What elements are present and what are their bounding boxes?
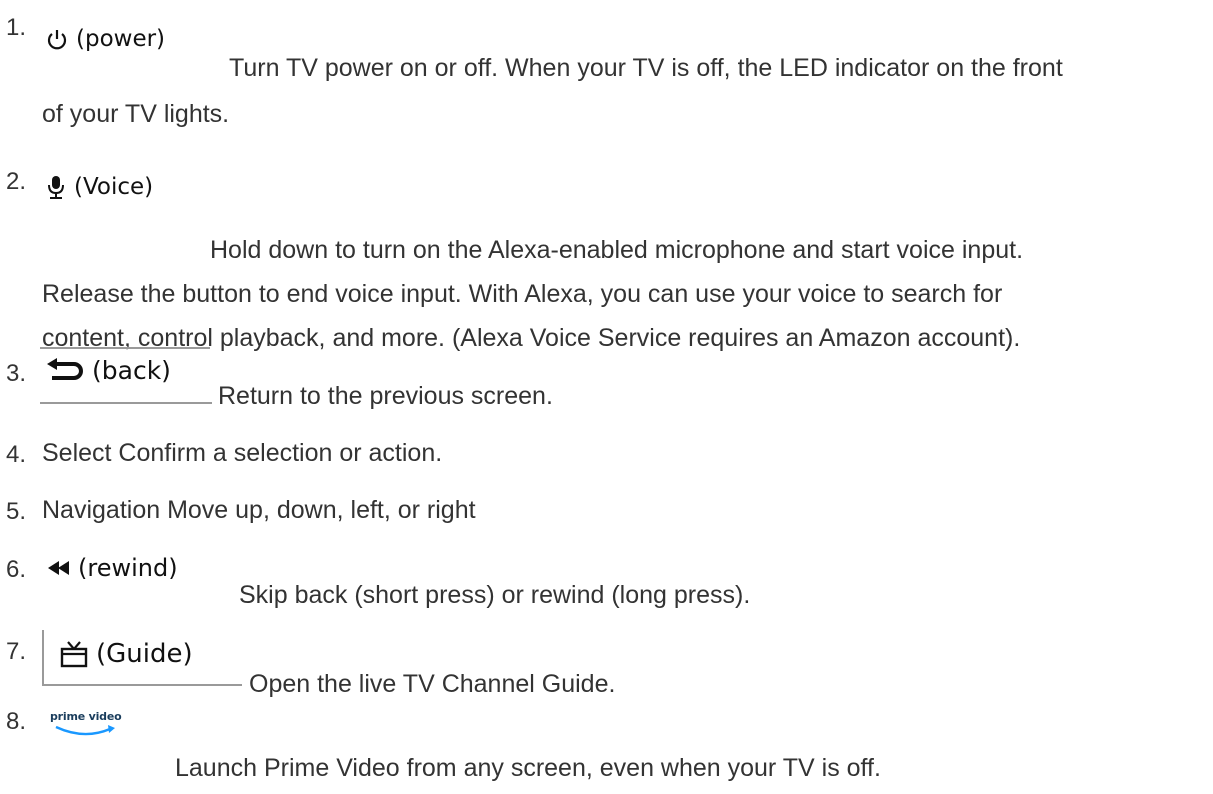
button-label: (back) bbox=[92, 356, 171, 385]
item-description: Select Confirm a selection or action. bbox=[42, 439, 443, 467]
item-number: 4. bbox=[6, 441, 27, 468]
button-label: (Voice) bbox=[74, 174, 154, 200]
tv-guide-icon bbox=[60, 640, 88, 668]
microphone-icon bbox=[46, 174, 66, 200]
item-description: Launch Prime Video from any screen, even… bbox=[175, 754, 881, 782]
item-number: 1. bbox=[6, 14, 27, 41]
guide-button-image: (Guide) bbox=[60, 639, 193, 669]
power-icon bbox=[46, 27, 68, 51]
item-description: Hold down to turn on the Alexa-enabled m… bbox=[210, 236, 1024, 264]
item-description: Open the live TV Channel Guide. bbox=[249, 670, 616, 698]
rewind-button-image: (rewind) bbox=[48, 554, 178, 582]
rewind-icon bbox=[48, 561, 70, 575]
image-border bbox=[40, 347, 210, 349]
logo-text: prime video bbox=[50, 710, 122, 723]
item-number: 7. bbox=[6, 638, 27, 665]
item-number: 2. bbox=[6, 168, 27, 195]
image-border bbox=[40, 402, 212, 404]
prime-video-logo: prime video bbox=[48, 710, 126, 746]
button-label: (power) bbox=[76, 26, 166, 52]
back-arrow-icon bbox=[44, 357, 84, 384]
item-description: content, control playback, and more. (Al… bbox=[42, 324, 1021, 352]
power-button-image: (power) bbox=[46, 26, 165, 52]
voice-button-image: (Voice) bbox=[46, 174, 153, 200]
item-number: 3. bbox=[6, 360, 27, 387]
item-description: Navigation Move up, down, left, or right bbox=[42, 496, 476, 524]
item-number: 8. bbox=[6, 708, 27, 735]
image-border bbox=[42, 684, 242, 686]
item-number: 5. bbox=[6, 498, 27, 525]
item-description: of your TV lights. bbox=[42, 100, 230, 128]
back-button-image: (back) bbox=[44, 356, 171, 385]
item-number: 6. bbox=[6, 556, 27, 583]
item-description: Return to the previous screen. bbox=[218, 382, 553, 410]
item-description: Release the button to end voice input. W… bbox=[42, 280, 1003, 308]
item-description: Turn TV power on or off. When your TV is… bbox=[229, 54, 1063, 82]
button-label: (rewind) bbox=[78, 554, 178, 582]
button-label: (Guide) bbox=[96, 639, 193, 669]
image-border bbox=[42, 630, 44, 686]
item-description: Skip back (short press) or rewind (long … bbox=[239, 581, 751, 609]
